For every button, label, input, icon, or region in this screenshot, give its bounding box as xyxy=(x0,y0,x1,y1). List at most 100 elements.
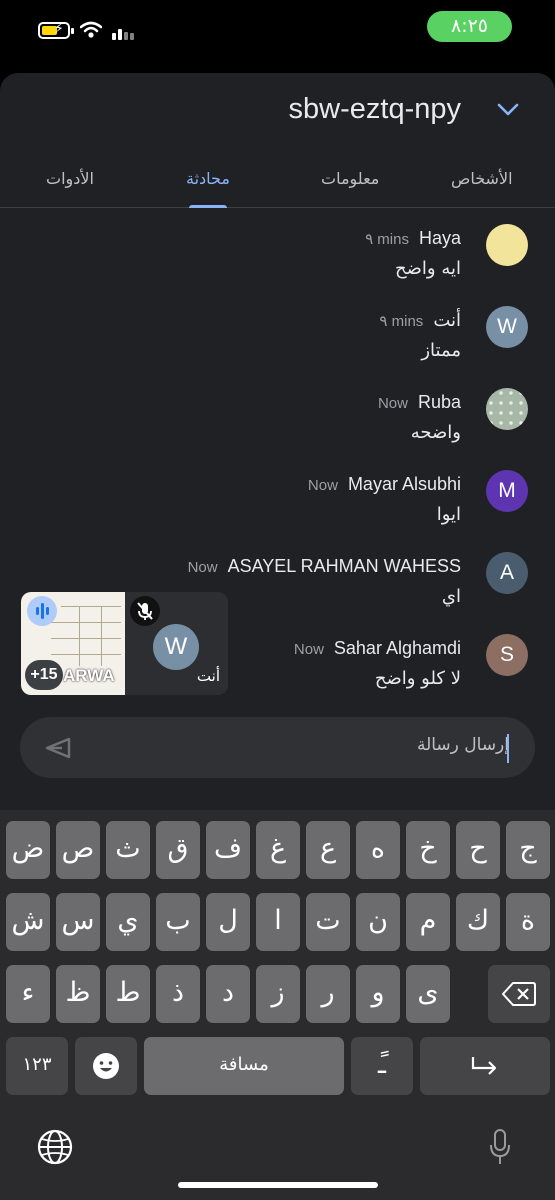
battery-icon: ⚡ xyxy=(38,21,74,39)
key[interactable]: ع xyxy=(306,821,350,879)
message-meta: Now ASAYEL RAHMAN WAHESS xyxy=(188,556,461,577)
message-text: لا كلو واضح xyxy=(374,668,461,689)
key[interactable]: ء xyxy=(6,965,50,1023)
status-bar: ⚡ ٨:٢٥ xyxy=(0,0,555,60)
key[interactable]: ت xyxy=(306,893,350,951)
key[interactable]: ل xyxy=(206,893,250,951)
tab-tools[interactable]: الأدوات xyxy=(46,169,94,188)
message-meta: ٩ mins Haya xyxy=(365,228,461,249)
sender-name: Sahar Alghamdi xyxy=(333,638,461,658)
status-time: ٨:٢٥ xyxy=(427,11,512,42)
sender-name: أنت xyxy=(433,310,461,330)
key[interactable]: ظ xyxy=(56,965,100,1023)
sender-name: ASAYEL RAHMAN WAHESS xyxy=(227,556,461,576)
key[interactable]: ف xyxy=(206,821,250,879)
microphone-icon[interactable] xyxy=(489,1128,511,1168)
picture-in-picture[interactable]: +15 ARWA W أنت xyxy=(21,592,228,695)
message-meta: Now Ruba xyxy=(378,392,461,413)
message-meta: Now Mayar Alsubhi xyxy=(308,474,461,495)
key[interactable]: ة xyxy=(506,893,550,951)
avatar: A xyxy=(486,552,528,594)
avatar: S xyxy=(486,634,528,676)
sender-name: Ruba xyxy=(417,392,461,412)
tab-people[interactable]: الأشخاص xyxy=(451,169,513,188)
chat-message: Now Ruba واضحه xyxy=(0,388,555,470)
key[interactable]: ه xyxy=(356,821,400,879)
self-avatar: W xyxy=(153,624,199,670)
message-input[interactable]: إرسال رسالة xyxy=(417,735,509,755)
key[interactable]: ب xyxy=(156,893,200,951)
key[interactable]: ذ xyxy=(156,965,200,1023)
key[interactable]: ط xyxy=(106,965,150,1023)
message-text: اي xyxy=(441,586,461,607)
emoji-key[interactable] xyxy=(75,1037,137,1095)
avatar: M xyxy=(486,470,528,512)
mic-off-icon xyxy=(130,596,160,626)
key[interactable]: د xyxy=(206,965,250,1023)
key[interactable]: غ xyxy=(256,821,300,879)
key[interactable]: خ xyxy=(406,821,450,879)
send-icon[interactable] xyxy=(44,736,72,760)
return-key[interactable] xyxy=(420,1037,550,1095)
wifi-icon xyxy=(80,21,102,38)
avatar: W xyxy=(486,306,528,348)
tab-info[interactable]: معلومات xyxy=(321,169,379,188)
chevron-down-icon[interactable] xyxy=(495,99,521,119)
key[interactable]: و xyxy=(356,965,400,1023)
message-time: Now xyxy=(307,477,338,494)
avatar xyxy=(486,224,528,266)
space-key[interactable]: مسافة xyxy=(144,1037,344,1095)
tab-bar: الأشخاص معلومات محادثة الأدوات xyxy=(0,153,555,208)
audio-level-icon xyxy=(27,596,57,626)
sender-name: Mayar Alsubhi xyxy=(347,474,461,494)
message-text: ايوا xyxy=(436,504,461,525)
message-meta: ٩ mins أنت xyxy=(379,310,461,331)
key[interactable]: ر xyxy=(306,965,350,1023)
message-composer[interactable]: إرسال رسالة xyxy=(20,717,535,778)
key[interactable]: س xyxy=(56,893,100,951)
message-time: Now xyxy=(377,395,408,412)
key[interactable]: ص xyxy=(56,821,100,879)
numbers-key[interactable]: ١٢٣ xyxy=(6,1037,68,1095)
key[interactable]: ض xyxy=(6,821,50,879)
return-icon xyxy=(471,1057,497,1075)
self-tile[interactable]: W أنت xyxy=(125,592,228,695)
meeting-code-title: sbw-eztq-npy xyxy=(288,93,461,125)
presentation-thumbnail[interactable]: +15 ARWA xyxy=(21,592,125,695)
avatar xyxy=(486,388,528,430)
key[interactable]: ث xyxy=(106,821,150,879)
chat-message: ٩ mins Haya ايه واضح xyxy=(0,224,555,306)
active-tab-indicator xyxy=(189,205,227,208)
key[interactable]: ن xyxy=(356,893,400,951)
message-text: ايه واضح xyxy=(395,258,461,279)
backspace-icon xyxy=(502,982,536,1006)
participants-count-badge: +15 xyxy=(25,660,63,690)
emoji-icon xyxy=(93,1053,119,1079)
home-indicator[interactable] xyxy=(178,1182,378,1188)
key[interactable]: ك xyxy=(456,893,500,951)
tab-chat[interactable]: محادثة xyxy=(186,169,230,188)
key[interactable]: ز xyxy=(256,965,300,1023)
text-cursor xyxy=(507,734,509,763)
sender-name: Haya xyxy=(418,228,461,248)
message-meta: Now Sahar Alghamdi xyxy=(294,638,461,659)
message-time: Now xyxy=(293,641,324,658)
message-time: ٩ mins xyxy=(379,313,424,330)
globe-icon[interactable] xyxy=(36,1128,74,1166)
key[interactable]: ى xyxy=(406,965,450,1023)
self-label: أنت xyxy=(196,667,220,685)
message-text: واضحه xyxy=(410,422,461,443)
backspace-key[interactable] xyxy=(488,965,550,1023)
chat-message: M Now Mayar Alsubhi ايوا xyxy=(0,470,555,552)
key[interactable]: ح xyxy=(456,821,500,879)
key[interactable]: ج xyxy=(506,821,550,879)
key[interactable]: ق xyxy=(156,821,200,879)
key[interactable]: ي xyxy=(106,893,150,951)
key[interactable]: ا xyxy=(256,893,300,951)
message-time: Now xyxy=(187,559,218,576)
key[interactable]: ش xyxy=(6,893,50,951)
diacritic-key[interactable]: ًـ xyxy=(351,1037,413,1095)
message-text: ممتاز xyxy=(421,340,461,361)
key[interactable]: م xyxy=(406,893,450,951)
chat-message: W ٩ mins أنت ممتاز xyxy=(0,306,555,388)
